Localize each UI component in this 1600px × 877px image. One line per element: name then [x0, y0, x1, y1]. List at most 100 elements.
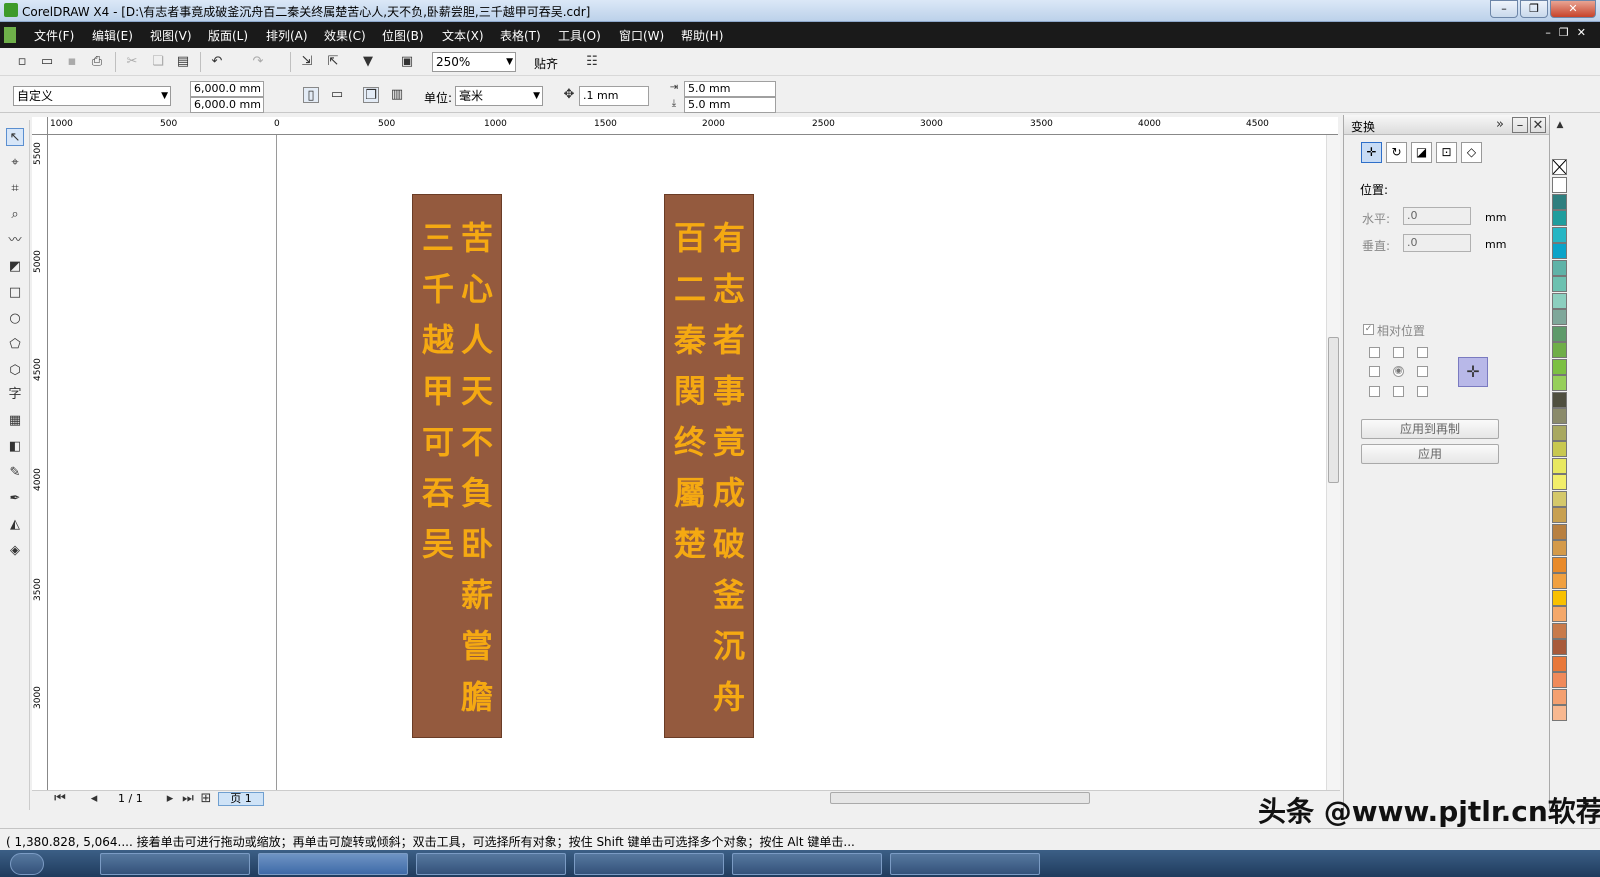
options-icon[interactable]: ☷	[584, 54, 600, 70]
menu-tools[interactable]: 工具(O)	[558, 27, 601, 44]
add-page-icon[interactable]: ⊞	[198, 791, 214, 807]
anchor-checkbox[interactable]	[1369, 366, 1380, 377]
horizontal-input[interactable]: .0	[1403, 207, 1471, 225]
color-swatch[interactable]	[1552, 193, 1567, 210]
taskbar-item[interactable]	[258, 853, 408, 875]
zoom-tool-icon[interactable]: ⌕	[6, 206, 24, 224]
anchor-checkbox-center[interactable]: ◉	[1393, 366, 1404, 377]
application-launcher-icon[interactable]: ▼	[360, 54, 376, 70]
maximize-button[interactable]: ❐	[1520, 0, 1548, 18]
new-icon[interactable]: ▫	[14, 54, 30, 70]
freehand-tool-icon[interactable]: 〰	[6, 232, 24, 250]
page-width-field[interactable]: 6,000.0 mm	[190, 81, 264, 97]
color-swatch[interactable]	[1552, 639, 1567, 655]
undo-icon[interactable]: ↶	[209, 54, 225, 70]
menu-edit[interactable]: 编辑(E)	[92, 27, 133, 44]
menu-file[interactable]: 文件(F)	[34, 27, 74, 44]
cut-icon[interactable]: ✂	[124, 54, 140, 70]
palette-up-icon[interactable]: ▲	[1552, 117, 1568, 133]
color-swatch[interactable]	[1552, 210, 1567, 226]
nudge-distance-field[interactable]: .1 mm	[579, 86, 649, 106]
open-icon[interactable]: ▭	[39, 54, 55, 70]
close-button[interactable]: ✕	[1550, 0, 1596, 18]
rectangle-tool-icon[interactable]: □	[6, 284, 24, 302]
anchor-checkbox[interactable]	[1417, 386, 1428, 397]
menu-help[interactable]: 帮助(H)	[681, 27, 723, 44]
print-icon[interactable]: ⎙	[89, 54, 105, 70]
menu-table[interactable]: 表格(T)	[500, 27, 541, 44]
horizontal-scroll-thumb[interactable]	[830, 792, 1090, 804]
import-icon[interactable]: ⇲	[299, 54, 315, 70]
outline-tool-icon[interactable]: ✒	[6, 490, 24, 508]
menu-effects[interactable]: 效果(C)	[324, 27, 366, 44]
couplet-left[interactable]: 苦 心 人 天 不 負 卧 薪 嘗 膽 三 千 越 甲 可 吞 吴	[412, 194, 502, 738]
anchor-checkbox[interactable]	[1417, 347, 1428, 358]
color-swatch[interactable]	[1552, 325, 1567, 342]
anchor-checkbox[interactable]	[1369, 386, 1380, 397]
anchor-checkbox[interactable]	[1369, 347, 1380, 358]
vertical-input[interactable]: .0	[1403, 234, 1471, 252]
color-swatch[interactable]	[1552, 259, 1567, 276]
duplicate-distance-y-field[interactable]: 5.0 mm	[684, 97, 776, 113]
taskbar-item[interactable]	[574, 853, 724, 875]
color-swatch[interactable]	[1552, 540, 1567, 556]
first-page-icon[interactable]: ⏮	[52, 791, 68, 807]
export-icon[interactable]: ⇱	[325, 54, 341, 70]
color-swatch[interactable]	[1552, 655, 1567, 672]
color-swatch[interactable]	[1552, 573, 1567, 589]
apply-to-duplicate-button[interactable]: 应用到再制	[1361, 419, 1499, 439]
page-tab[interactable]: 页 1	[218, 792, 264, 806]
color-swatch[interactable]	[1552, 309, 1567, 325]
apply-button[interactable]: 应用	[1361, 444, 1499, 464]
coreldraw-app-icon[interactable]	[4, 3, 18, 17]
color-swatch[interactable]	[1552, 441, 1567, 457]
color-swatch[interactable]	[1552, 342, 1567, 358]
next-page-icon[interactable]: ▸	[162, 791, 178, 807]
table-tool-icon[interactable]: ▦	[6, 412, 24, 430]
taskbar-item[interactable]	[100, 853, 250, 875]
scale-mode-icon[interactable]: ◪	[1411, 142, 1432, 163]
zoom-level-select[interactable]: 250% ▼	[432, 52, 516, 72]
menu-view[interactable]: 视图(V)	[150, 27, 192, 44]
color-swatch[interactable]	[1552, 177, 1567, 193]
duplicate-distance-x-field[interactable]: 5.0 mm	[684, 81, 776, 97]
vertical-ruler[interactable]: 5500 5000 4500 4000 3500 3000	[32, 135, 48, 790]
menu-layout[interactable]: 版面(L)	[208, 27, 248, 44]
portrait-icon[interactable]: ▯	[303, 87, 319, 103]
relative-position-checkbox[interactable]: ✓	[1363, 324, 1374, 335]
paper-preset-select[interactable]: 自定义 ▼	[13, 86, 171, 106]
page-height-field[interactable]: 6,000.0 mm	[190, 97, 264, 113]
anchor-checkbox[interactable]	[1417, 366, 1428, 377]
drawing-canvas[interactable]: 苦 心 人 天 不 負 卧 薪 嘗 膽 三 千 越 甲 可 吞 吴 有 志 者 …	[48, 135, 1326, 790]
document-icon[interactable]	[4, 27, 16, 43]
text-tool-icon[interactable]: 字	[6, 386, 24, 404]
redo-icon[interactable]: ↷	[250, 54, 266, 70]
all-pages-icon[interactable]: ❐	[363, 87, 379, 103]
docker-close-icon[interactable]: ✕	[1530, 117, 1546, 133]
units-select[interactable]: 毫米 ▼	[455, 86, 543, 106]
snap-to-button[interactable]: 贴齐	[534, 55, 558, 72]
crop-tool-icon[interactable]: ⌗	[6, 180, 24, 198]
color-swatch[interactable]	[1552, 688, 1567, 705]
docker-expand-icon[interactable]: »	[1492, 117, 1508, 133]
menu-window[interactable]: 窗口(W)	[619, 27, 664, 44]
current-page-icon[interactable]: ▥	[389, 87, 405, 103]
color-swatch[interactable]	[1552, 292, 1567, 309]
color-swatch[interactable]	[1552, 556, 1567, 573]
rotate-mode-icon[interactable]: ↻	[1386, 142, 1407, 163]
color-swatch[interactable]	[1552, 358, 1567, 375]
color-swatch[interactable]	[1552, 490, 1567, 507]
color-swatch[interactable]	[1552, 457, 1567, 474]
ellipse-tool-icon[interactable]: ○	[6, 310, 24, 328]
couplet-right[interactable]: 有 志 者 事 竟 成 破 釜 沉 舟 百 二 秦 関 终 屬 楚	[664, 194, 754, 738]
fill-tool-icon[interactable]: ◭	[6, 516, 24, 534]
color-swatch[interactable]	[1552, 408, 1567, 424]
welcome-screen-icon[interactable]: ▣	[399, 54, 415, 70]
docker-minimize-icon[interactable]: –	[1512, 117, 1528, 133]
copy-icon[interactable]: ❏	[150, 54, 166, 70]
taskbar-item[interactable]	[416, 853, 566, 875]
ruler-corner[interactable]	[32, 117, 48, 135]
menu-arrange[interactable]: 排列(A)	[266, 27, 308, 44]
save-icon[interactable]: ▪	[64, 54, 80, 70]
eyedropper-tool-icon[interactable]: ✎	[6, 464, 24, 482]
